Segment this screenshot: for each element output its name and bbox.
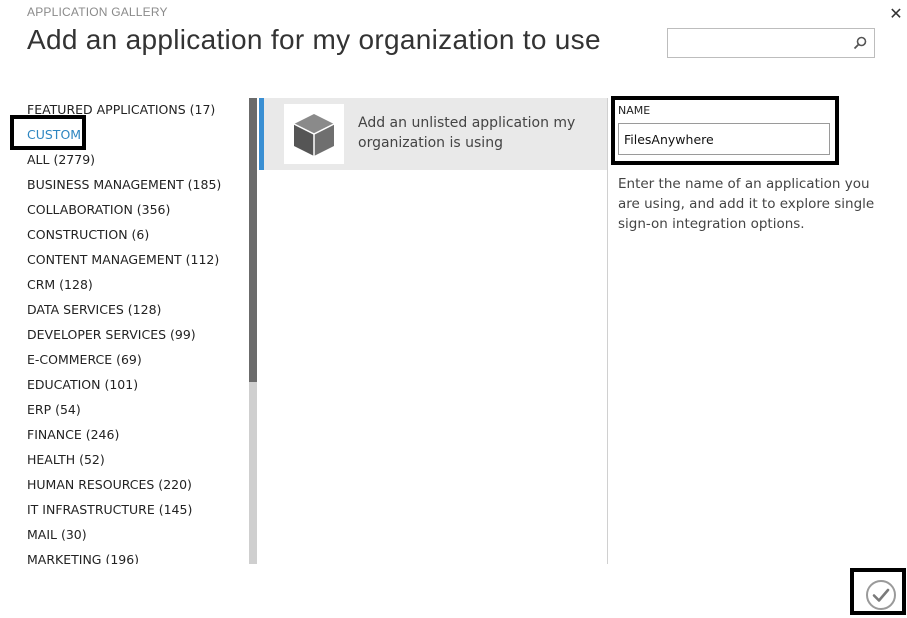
category-crm[interactable]: CRM (128) [27,275,93,295]
page-title: Add an application for my organization t… [27,24,601,55]
category-human-resources[interactable]: HUMAN RESOURCES (220) [27,475,192,495]
category-developer-services[interactable]: DEVELOPER SERVICES (99) [27,325,196,345]
category-e-commerce[interactable]: E-COMMERCE (69) [27,350,142,370]
category-list: FEATURED APPLICATIONS (17) CUSTOM ALL (2… [0,98,240,564]
custom-highlight-box [10,115,86,150]
category-it-infrastructure[interactable]: IT INFRASTRUCTURE (145) [27,500,192,520]
category-erp[interactable]: ERP (54) [27,400,81,420]
app-tile-unlisted[interactable]: Add an unlisted application my organizat… [259,98,607,170]
category-data-services[interactable]: DATA SERVICES (128) [27,300,161,320]
category-content-management[interactable]: CONTENT MANAGEMENT (112) [27,250,219,270]
category-construction[interactable]: CONSTRUCTION (6) [27,225,149,245]
category-finance[interactable]: FINANCE (246) [27,425,119,445]
name-input[interactable] [618,123,830,155]
category-health[interactable]: HEALTH (52) [27,450,105,470]
gallery-supertitle: APPLICATION GALLERY [27,5,168,19]
search-box[interactable] [667,28,875,58]
name-help-text: Enter the name of an application you are… [618,176,875,232]
category-business-management[interactable]: BUSINESS MANAGEMENT (185) [27,175,221,195]
name-field-label: NAME [618,104,651,117]
package-box-icon [293,114,335,156]
checkmark-icon[interactable] [865,579,897,611]
app-icon-container [284,104,344,164]
search-input[interactable] [668,29,860,57]
category-mail[interactable]: MAIL (30) [27,525,87,545]
search-icon[interactable] [852,35,868,51]
close-icon[interactable]: ✕ [888,6,904,22]
app-tile-label: Add an unlisted application my organizat… [358,115,576,151]
category-collaboration[interactable]: COLLABORATION (356) [27,200,170,220]
category-all[interactable]: ALL (2779) [27,150,95,170]
panel-divider [607,98,608,564]
selection-accent-bar [259,98,264,170]
category-education[interactable]: EDUCATION (101) [27,375,138,395]
category-scrollbar-thumb[interactable] [249,98,257,382]
category-marketing[interactable]: MARKETING (196) [27,550,139,564]
